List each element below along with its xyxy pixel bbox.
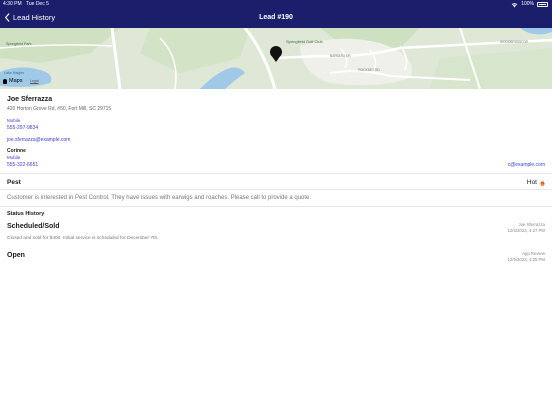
status-time: 4:30 PM: [3, 1, 22, 7]
status-entry-timestamp: 12/5/2023, 4:25 PM: [507, 257, 545, 262]
map-label-lake: Lake Haigler: [4, 71, 25, 75]
maps-attribution: Maps: [3, 78, 22, 84]
map-label-park: Springfield Park: [6, 42, 32, 46]
divider: [0, 173, 552, 174]
status-entry-author: Joe Sferrazza: [518, 222, 545, 227]
status-entry-note: Closed and sold for $400. Initial servic…: [7, 236, 159, 241]
secondary-email-link[interactable]: c@example.com: [508, 162, 545, 168]
priority-label: Hot: [526, 179, 537, 186]
service-notes: Customer is interested in Pest Control. …: [7, 195, 312, 201]
primary-phone-label: Mobile: [7, 118, 21, 123]
wifi-icon: [511, 2, 518, 7]
service-type: Pest: [7, 179, 21, 186]
lead-address[interactable]: 420 Horton Grove Rd, #50, Fort Mill, SC …: [7, 106, 111, 112]
lead-name: Joe Sferrazza: [7, 96, 53, 103]
status-history-heading: Status History: [7, 211, 45, 217]
primary-phone-link[interactable]: 555-297-9834: [7, 125, 38, 131]
divider: [0, 206, 552, 207]
status-bar: 4:30 PM Tue Dec 5 100%: [0, 0, 552, 9]
flame-icon: [540, 179, 545, 186]
status-right: 100%: [511, 0, 548, 9]
primary-email-link[interactable]: joe.sferrazza@example.com: [7, 137, 70, 143]
priority-badge: Hot: [527, 179, 545, 186]
map-label-road1: BARBARA DR: [330, 54, 351, 58]
divider: [0, 189, 552, 190]
secondary-phone-label: Mobile: [7, 155, 21, 160]
secondary-phone-link[interactable]: 555-322-6651: [7, 162, 38, 168]
status-entry-timestamp: 12/5/2023, 4:27 PM: [507, 228, 545, 233]
status-entry-author: App Review: [522, 251, 545, 256]
map-graphic: [0, 28, 552, 89]
status-date: Tue Dec 5: [26, 1, 49, 7]
page-title: Lead #190: [259, 14, 293, 21]
status-entry-title: Open: [7, 252, 25, 259]
battery-percent: 100%: [521, 1, 534, 7]
map-label-road3: WOODBRIDGE DR: [500, 40, 528, 44]
status-entry-title: Scheduled/Sold: [7, 223, 60, 230]
map-view[interactable]: Springfield Golf Club Lake Haigler BARBA…: [0, 28, 552, 89]
nav-bar: Lead History Lead #190: [0, 10, 552, 28]
apple-logo-icon: [3, 78, 7, 84]
map-label-golf: Springfield Golf Club: [286, 39, 323, 44]
secondary-contact-name: Corinne: [7, 148, 26, 154]
battery-icon: [537, 2, 548, 7]
map-label-road2: PINCKNEY RD: [358, 68, 380, 72]
map-legal-link[interactable]: Legal: [30, 79, 39, 83]
maps-attribution-label: Maps: [9, 78, 23, 84]
top-bar: 4:30 PM Tue Dec 5 100% Lead History Lead…: [0, 0, 552, 28]
